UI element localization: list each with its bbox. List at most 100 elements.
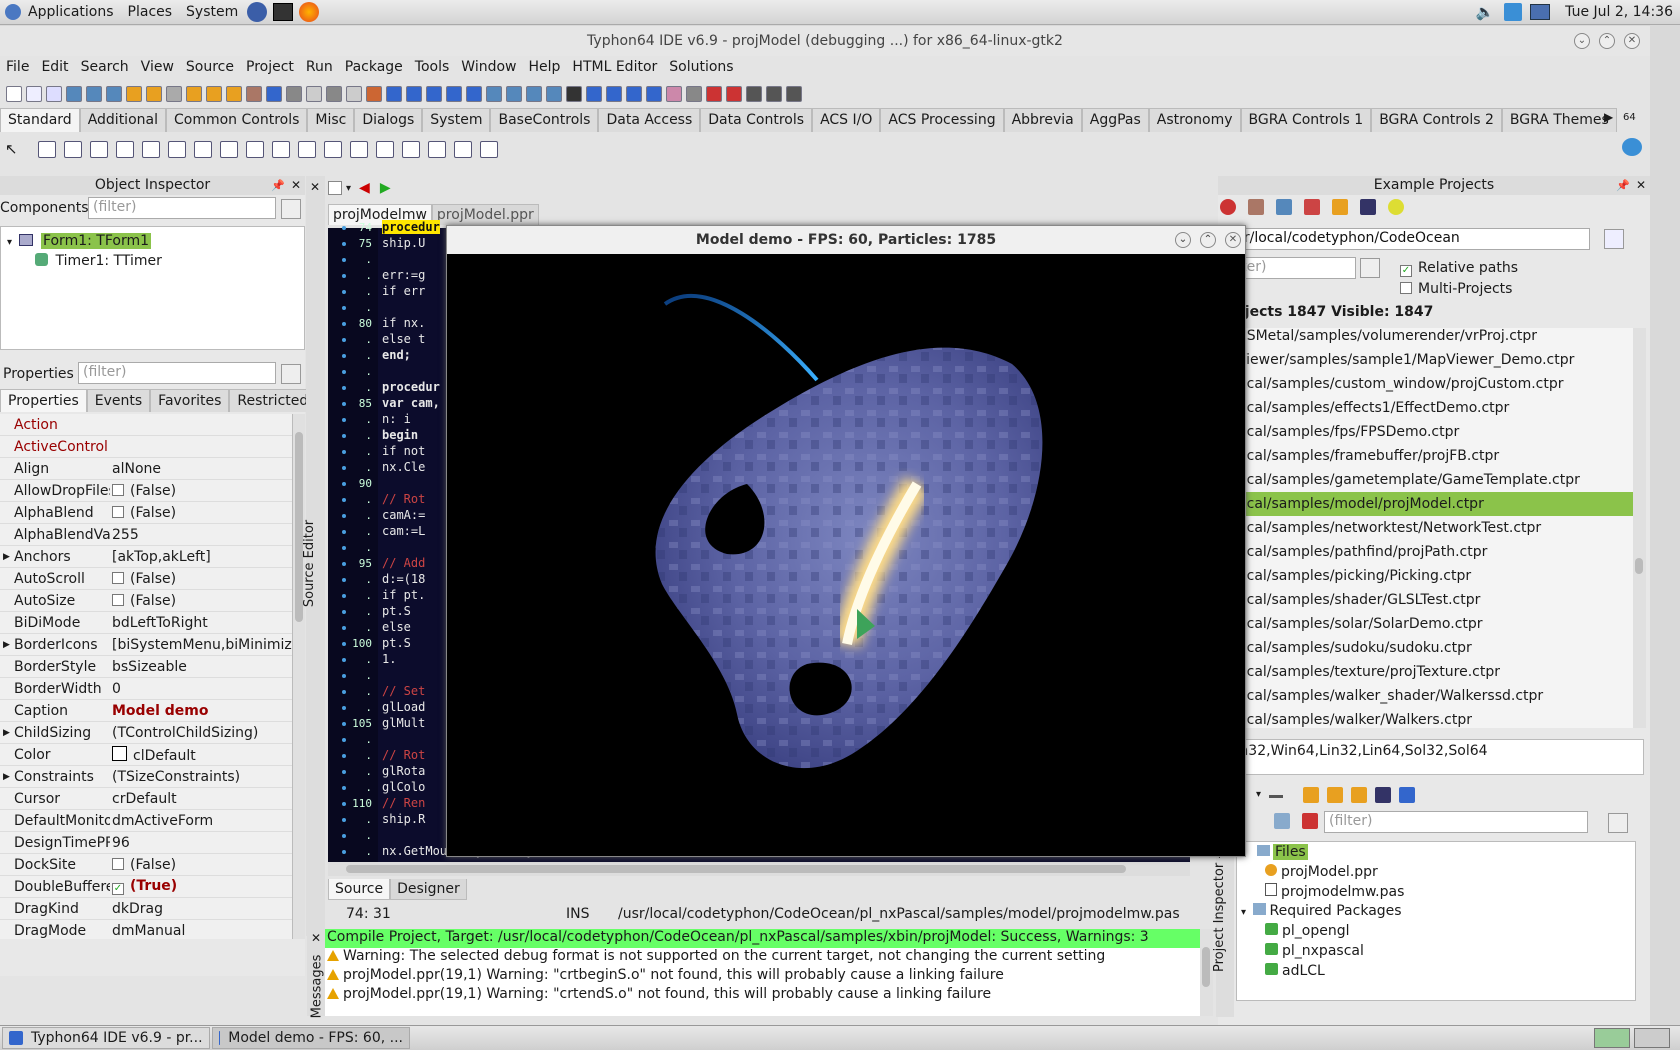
property-value[interactable]: 96 [110, 835, 292, 851]
model-maximize-button[interactable]: ⌃ [1200, 232, 1216, 248]
property-row[interactable]: BorderWidth 0 [0, 678, 292, 700]
tree-node-timer1[interactable]: Timer1: TTimer [35, 253, 162, 269]
check-group-icon[interactable] [401, 140, 420, 158]
step-c-icon[interactable] [786, 86, 802, 102]
new-project-icon[interactable] [46, 86, 62, 102]
expand-icon[interactable]: ▶ [3, 552, 10, 562]
opengl-viewport[interactable] [447, 254, 1245, 856]
warning-message[interactable]: projModel.ppr(19,1) Warning: "crtendS.o"… [325, 986, 1200, 1005]
property-value[interactable]: (False) [110, 571, 292, 587]
remove-icon[interactable] [1269, 795, 1284, 798]
warning-message[interactable]: Warning: The selected debug format is no… [325, 948, 1200, 967]
expand-icon[interactable]: ▾ [7, 237, 12, 248]
menu-source[interactable]: Source [180, 59, 240, 75]
options-icon[interactable] [486, 86, 502, 102]
breakpoint-dot-icon[interactable] [342, 674, 346, 678]
compile-success-message[interactable]: Compile Project, Target: /usr/local/code… [325, 929, 1200, 948]
binoculars-icon[interactable] [1375, 787, 1392, 803]
breakpoint-dot-icon[interactable] [342, 562, 346, 566]
find-replace-icon[interactable] [106, 86, 122, 102]
layout-icon[interactable] [586, 86, 602, 102]
system-menu[interactable]: System [179, 4, 245, 20]
stop-icon[interactable] [446, 86, 462, 102]
checkbox-unchecked[interactable] [112, 505, 124, 518]
breakpoint-dot-icon[interactable] [342, 370, 346, 374]
breakpoint-dot-icon[interactable] [342, 834, 346, 838]
relative-paths-checkbox[interactable]: ✓ Relative paths [1400, 260, 1518, 277]
taskbar-item[interactable]: Model demo - FPS: 60, ... [212, 1027, 410, 1049]
menu-html-editor[interactable]: HTML Editor [566, 59, 663, 75]
gears-icon[interactable] [626, 86, 642, 102]
radio-button-icon[interactable] [245, 140, 264, 158]
checkbox-unchecked[interactable] [112, 857, 124, 870]
property-value[interactable]: [akTop,akLeft] [110, 549, 292, 565]
maximize-button[interactable]: ⌃ [1599, 33, 1615, 49]
monitor-icon[interactable] [566, 86, 582, 102]
breakpoint-dot-icon[interactable] [342, 418, 346, 422]
clear-files-filter-icon[interactable] [1608, 813, 1628, 833]
breakpoint-dot-icon[interactable] [342, 450, 346, 454]
new-form-icon[interactable] [26, 86, 42, 102]
projects-scrollbar[interactable] [1633, 328, 1646, 728]
breakpoint-dot-icon[interactable] [342, 386, 346, 390]
menu-window[interactable]: Window [455, 59, 522, 75]
palette-scroll-right[interactable]: ▶ [1604, 110, 1613, 124]
breakpoint-dot-icon[interactable] [342, 642, 346, 646]
property-scrollbar[interactable] [292, 414, 305, 939]
property-row[interactable]: DragKind dkDrag [0, 898, 292, 920]
compile-icon[interactable] [1303, 787, 1320, 803]
breakpoint-dot-icon[interactable] [342, 802, 346, 806]
view-units-icon[interactable] [226, 86, 242, 102]
palette-down-icon[interactable] [1622, 138, 1642, 156]
expand-icon[interactable]: ▾ [1241, 907, 1246, 918]
options-icon[interactable] [1351, 787, 1368, 803]
main-menu-icon[interactable] [37, 140, 56, 158]
step-b-icon[interactable] [766, 86, 782, 102]
browse-path-icon[interactable] [1604, 229, 1624, 249]
menu-file[interactable]: File [0, 59, 35, 75]
property-row[interactable]: ▶ ChildSizing (TControlChildSizing) [0, 722, 292, 744]
panel-icon[interactable] [427, 140, 446, 158]
palette-tab-abbrevia[interactable]: Abbrevia [1003, 108, 1082, 132]
property-row[interactable]: Align alNone [0, 458, 292, 480]
frame-icon[interactable] [453, 140, 472, 158]
breakpoint-dot-icon[interactable] [342, 274, 346, 278]
property-row[interactable]: Color clDefault [0, 744, 292, 766]
project-list-item[interactable]: pl_nxPascal/samples/walker_shader/Walker… [1218, 684, 1633, 708]
close-panel-icon[interactable]: ✕ [291, 176, 301, 195]
package-item[interactable]: pl_opengl [1265, 923, 1350, 939]
checkbox-unchecked[interactable] [1400, 282, 1412, 294]
palette-tab-bgra-controls-1[interactable]: BGRA Controls 1 [1240, 108, 1372, 132]
find-next-icon[interactable] [86, 86, 102, 102]
pointer-icon[interactable]: ↖ [5, 140, 18, 158]
property-row[interactable]: Action [0, 414, 292, 436]
inspector-tab-favorites[interactable]: Favorites [150, 389, 230, 412]
checkbox-checked[interactable]: ✓ [1400, 265, 1412, 277]
taskbar-item[interactable]: Typhon64 IDE v6.9 - pr... [2, 1027, 210, 1049]
property-value[interactable]: dkDrag [110, 901, 292, 917]
property-row[interactable]: AlphaBlendValue255 [0, 524, 292, 546]
project-list-item[interactable]: pl_macOSMetal/samples/volumerender/vrPro… [1218, 328, 1633, 348]
inspector-tab-properties[interactable]: Properties [0, 389, 87, 412]
clean-icon[interactable] [426, 86, 442, 102]
bug-icon[interactable] [686, 86, 702, 102]
network-icon[interactable] [1504, 3, 1523, 21]
project-list-item[interactable]: pl_nxPascal/samples/fps/FPSDemo.ctpr [1218, 420, 1633, 444]
palette-tab-common-controls[interactable]: Common Controls [165, 108, 308, 132]
help-icon[interactable] [506, 86, 522, 102]
volume-icon[interactable]: 🔈 [1475, 3, 1494, 21]
watch-icon[interactable] [346, 86, 362, 102]
property-value[interactable]: [biSystemMenu,biMinimize [110, 637, 292, 653]
menu-help[interactable]: Help [523, 59, 567, 75]
property-row[interactable]: BorderStyle bsSizeable [0, 656, 292, 678]
applications-icon[interactable] [5, 4, 21, 20]
components-filter[interactable]: (filter) [88, 197, 276, 219]
palette-tab-data-controls[interactable]: Data Controls [700, 108, 813, 132]
project-list-item[interactable]: pl_nxPascal/samples/picking/Picking.ctpr [1218, 564, 1633, 588]
platforms-field[interactable]: Win32,Win64,Lin32,Lin64,Sol32,Sol64 [1218, 739, 1644, 775]
pin-icon[interactable]: 📌 [1616, 176, 1630, 195]
checkbox-unchecked[interactable] [112, 593, 124, 606]
project-list-item[interactable]: pl_nxPascal/samples/effects1/EffectDemo.… [1218, 396, 1633, 420]
property-value[interactable]: bdLeftToRight [110, 615, 292, 631]
breakpoint-dot-icon[interactable] [342, 818, 346, 822]
